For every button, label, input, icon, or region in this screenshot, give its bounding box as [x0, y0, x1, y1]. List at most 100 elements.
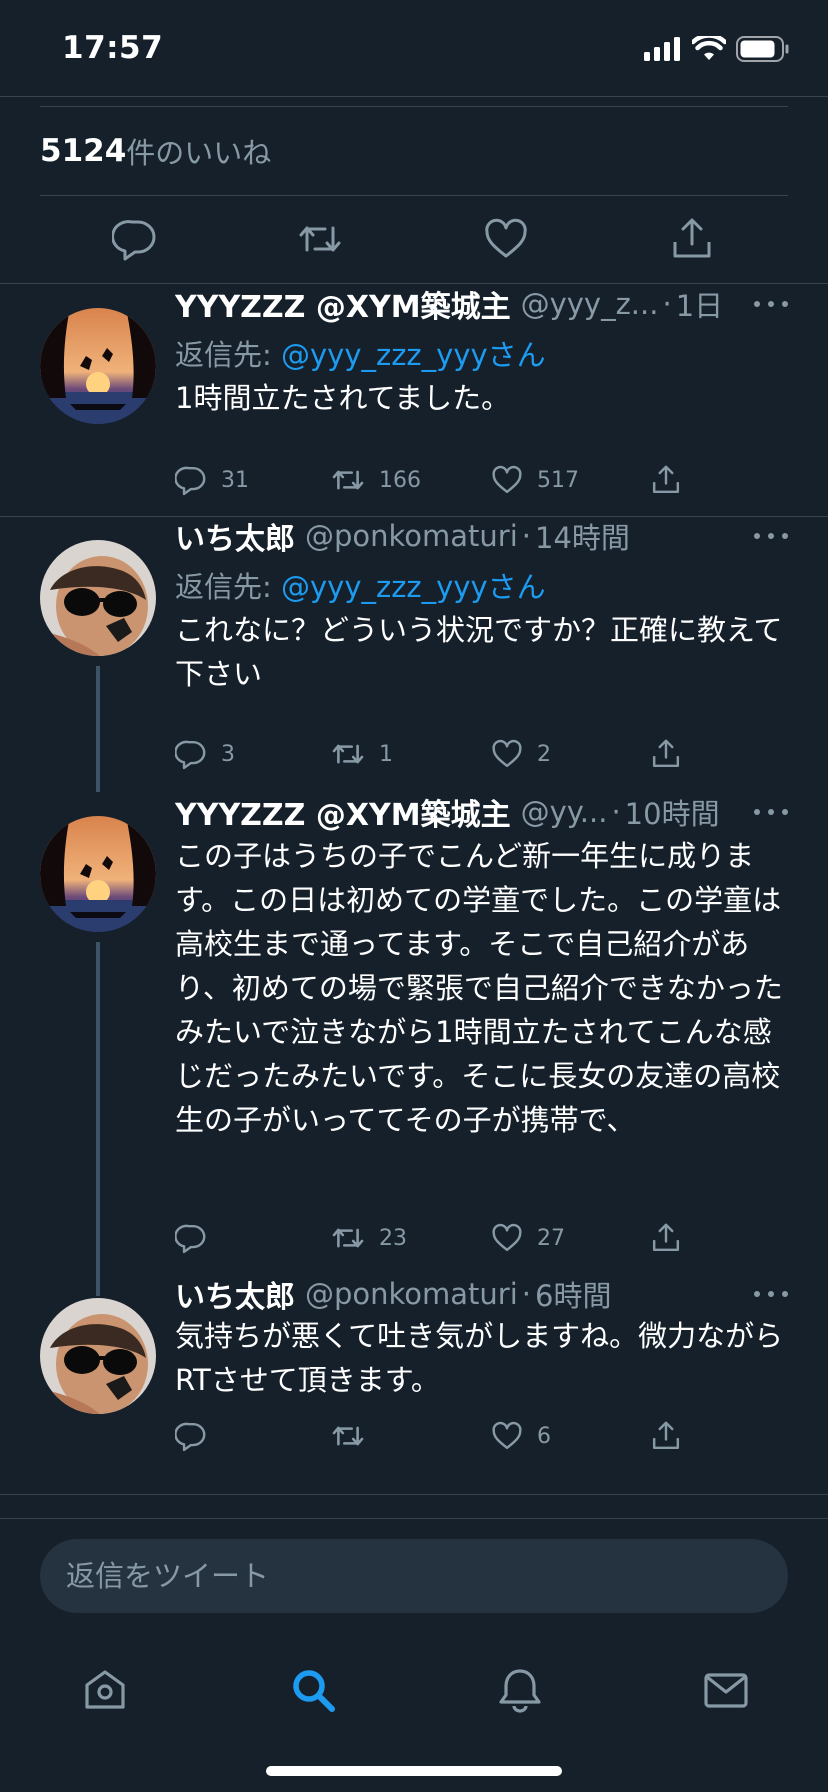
share-icon [652, 1421, 680, 1450]
silhouette-sunset-avatar-image [40, 308, 156, 424]
timestamp[interactable]: 1日 [676, 284, 723, 324]
likes-summary[interactable]: 5124 件のいいね [40, 106, 788, 196]
retweet-icon [332, 744, 364, 764]
reply-prefix: 返信先: [175, 570, 281, 604]
wifi-icon [692, 36, 726, 60]
tweet-1[interactable]: YYYZZZ @XYM築城主 @yyy_z... · 1日 返信先: @yyy_… [0, 284, 828, 516]
messages-icon[interactable] [701, 1665, 751, 1715]
user-handle[interactable]: @ponkomaturi [305, 519, 518, 553]
retweet-count: 1 [379, 741, 393, 767]
reply-context: 返信先: @yyy_zzz_yyyさん [175, 564, 546, 606]
more-options-icon[interactable] [754, 516, 788, 556]
reply-icon [175, 1422, 206, 1452]
tab-bar [0, 1649, 828, 1739]
reply-prefix: 返信先: [175, 338, 281, 372]
share-button[interactable] [650, 1218, 682, 1258]
share-icon [652, 465, 680, 494]
user-handle[interactable]: @yyy_z... [521, 287, 659, 321]
like-icon [492, 1421, 522, 1450]
retweet-count: 23 [379, 1225, 407, 1251]
search-icon[interactable] [288, 1665, 338, 1715]
like-icon [492, 465, 522, 494]
share-button[interactable] [650, 734, 682, 774]
tweet-header: YYYZZZ @XYM築城主 @yy... · 10時間 [175, 792, 788, 832]
like-button[interactable]: 2 [491, 734, 551, 774]
tweet-text: 気持ちが悪くて吐き気がしますね。微力ながらRTさせて頂きます。 [175, 1319, 784, 1397]
status-bar: 17:57 [0, 0, 828, 96]
separator-dot: · [611, 795, 621, 829]
retweet-button[interactable]: 1 [331, 734, 393, 774]
like-icon [492, 1223, 522, 1252]
more-options-icon[interactable] [754, 792, 788, 832]
home-icon[interactable] [80, 1665, 130, 1715]
timestamp[interactable]: 10時間 [625, 792, 720, 832]
avatar[interactable] [40, 1298, 156, 1414]
tweet-3[interactable]: YYYZZZ @XYM築城主 @yy... · 10時間 この子はうちの子でこん… [0, 792, 828, 1296]
header-divider [0, 96, 828, 97]
like-icon[interactable] [483, 216, 529, 262]
reply-mention[interactable]: @yyy_zzz_yyyさん [281, 570, 546, 604]
tweet-header: YYYZZZ @XYM築城主 @yyy_z... · 1日 [175, 284, 788, 324]
reply-button[interactable] [175, 1218, 221, 1258]
reply-button[interactable]: 3 [175, 734, 235, 774]
tweet-header: いち太郎 @ponkomaturi · 6時間 [175, 1274, 788, 1314]
display-name[interactable]: YYYZZZ @XYM築城主 [175, 792, 511, 832]
reply-count: 3 [221, 741, 235, 767]
timestamp[interactable]: 6時間 [535, 1274, 611, 1314]
more-options-icon[interactable] [754, 284, 788, 324]
like-count: 27 [537, 1225, 565, 1251]
like-icon [492, 739, 522, 768]
child-sunglasses-avatar-image [40, 1298, 156, 1414]
display-name[interactable]: いち太郎 [175, 1274, 295, 1314]
status-time: 17:57 [62, 30, 164, 66]
bottom-panel [0, 1518, 828, 1792]
retweet-icon [332, 1426, 364, 1446]
display-name[interactable]: いち太郎 [175, 516, 295, 556]
tweet-header: いち太郎 @ponkomaturi · 14時間 [175, 516, 788, 556]
tweet-text: 1時間立たされてました。 [175, 381, 511, 415]
reply-button[interactable]: 31 [175, 460, 249, 500]
share-button[interactable] [650, 1416, 682, 1456]
retweet-icon [332, 470, 364, 490]
retweet-icon[interactable] [297, 216, 343, 262]
user-handle[interactable]: @yy... [521, 795, 608, 829]
retweet-button[interactable]: 166 [331, 460, 421, 500]
separator-dot: · [662, 287, 672, 321]
reply-context: 返信先: @yyy_zzz_yyyさん [175, 332, 546, 374]
tweet-actions: 23 27 [175, 1218, 735, 1258]
user-handle[interactable]: @ponkomaturi [305, 1277, 518, 1311]
retweet-count: 166 [379, 467, 421, 493]
reply-count: 31 [221, 467, 249, 493]
home-indicator[interactable] [266, 1766, 562, 1776]
more-options-icon[interactable] [754, 1274, 788, 1314]
reply-icon [175, 466, 206, 496]
retweet-icon [332, 1228, 364, 1248]
display-name[interactable]: YYYZZZ @XYM築城主 [175, 284, 511, 324]
avatar[interactable] [40, 540, 156, 656]
tweet-actions: 3 1 2 [175, 734, 735, 774]
share-icon [652, 739, 680, 768]
avatar[interactable] [40, 308, 156, 424]
tweet-4[interactable]: いち太郎 @ponkomaturi · 6時間 気持ちが悪くて吐き気がしますね。… [0, 1277, 828, 1494]
reply-mention[interactable]: @yyy_zzz_yyyさん [281, 338, 546, 372]
notifications-icon[interactable] [495, 1665, 545, 1715]
timestamp[interactable]: 14時間 [535, 516, 630, 556]
tweet-2[interactable]: いち太郎 @ponkomaturi · 14時間 返信先: @yyy_zzz_y… [0, 516, 828, 792]
retweet-button[interactable] [331, 1416, 379, 1456]
tweet-text: これなに？どういう状況ですか？正確に教えて下さい [175, 613, 783, 691]
share-button[interactable] [650, 460, 682, 500]
like-button[interactable]: 27 [491, 1218, 565, 1258]
share-icon[interactable] [669, 216, 715, 262]
like-button[interactable]: 6 [491, 1416, 551, 1456]
reply-icon [175, 1224, 206, 1254]
reply-button[interactable] [175, 1416, 221, 1456]
child-sunglasses-avatar-image [40, 540, 156, 656]
reply-input[interactable] [40, 1539, 788, 1613]
like-button[interactable]: 517 [491, 460, 579, 500]
avatar[interactable] [40, 816, 156, 932]
cellular-signal-icon [644, 37, 680, 61]
reply-icon[interactable] [112, 216, 158, 262]
like-count: 2 [537, 741, 551, 767]
retweet-button[interactable]: 23 [331, 1218, 407, 1258]
like-count: 6 [537, 1423, 551, 1449]
